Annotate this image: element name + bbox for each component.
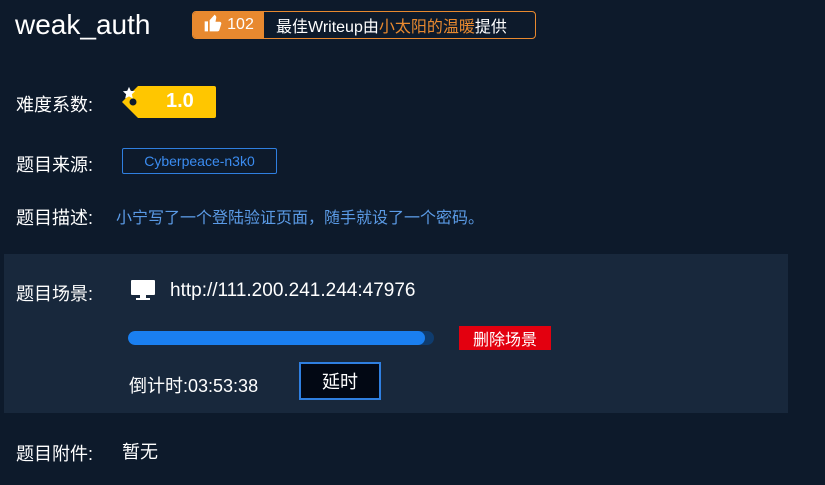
writeup-credit-suffix: 提供: [474, 19, 507, 36]
like-button[interactable]: 102: [193, 12, 264, 38]
delay-button[interactable]: 延时: [299, 362, 381, 400]
countdown-value: 03:53:38: [188, 376, 259, 396]
scene-progress-fill: [128, 331, 425, 345]
challenge-title: weak_auth: [15, 9, 151, 40]
difficulty-label: 难度系数:: [16, 95, 94, 115]
scene-url[interactable]: http://111.200.241.244:47976: [170, 280, 415, 302]
writeup-credit: 最佳Writeup由小太阳的温暖提供: [276, 13, 507, 37]
attachment-label: 题目附件:: [16, 444, 94, 464]
countdown-label: 倒计时:: [129, 376, 189, 396]
attachment-value: 暂无: [122, 442, 158, 462]
description-label: 题目描述:: [16, 208, 94, 228]
description-text: 小宁写了一个登陆验证页面，随手就设了一个密码。: [116, 210, 485, 227]
difficulty-value: 1.0: [166, 90, 194, 112]
writeup-author[interactable]: 小太阳的温暖: [379, 19, 475, 36]
source-label: 题目来源:: [16, 155, 94, 175]
countdown: 倒计时:03:53:38: [129, 372, 258, 398]
star-icon: [122, 86, 136, 99]
thumbs-up-icon: [203, 13, 223, 38]
scene-progress-bar: [128, 331, 434, 345]
delete-scene-button[interactable]: 删除场景: [459, 326, 551, 350]
scene-label: 题目场景:: [16, 284, 94, 304]
like-count: 102: [227, 16, 254, 33]
source-tag[interactable]: Cyberpeace-n3k0: [122, 148, 277, 174]
writeup-like-box[interactable]: 102 最佳Writeup由小太阳的温暖提供: [192, 11, 536, 39]
monitor-icon: [130, 279, 156, 306]
writeup-credit-prefix: 最佳Writeup由: [276, 19, 379, 36]
difficulty-badge: 1.0: [122, 86, 216, 118]
